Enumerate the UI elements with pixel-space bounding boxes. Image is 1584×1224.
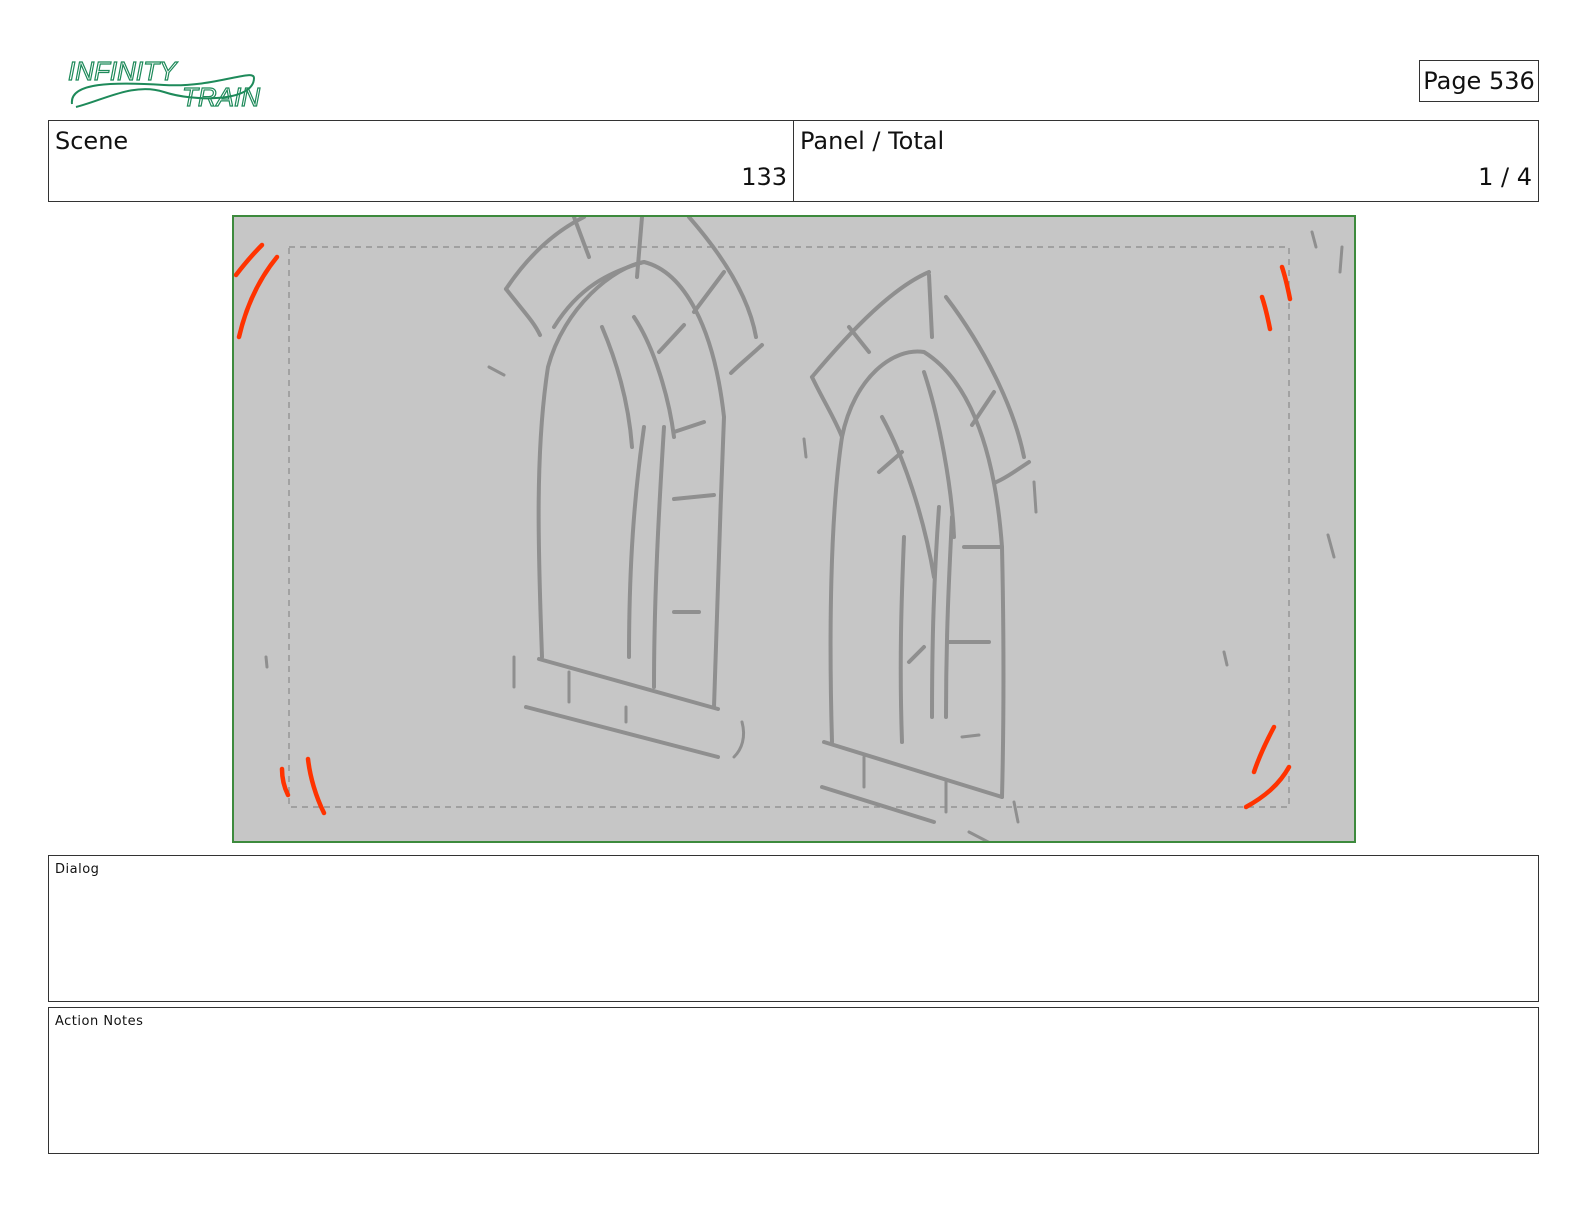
panel-total-label: Panel / Total	[800, 127, 945, 155]
safe-area-guide	[288, 246, 1290, 808]
gothic-windows-sketch	[264, 217, 1344, 841]
action-notes-box[interactable]: Action Notes	[48, 1007, 1539, 1154]
panel-total-value: 1 / 4	[1478, 163, 1532, 191]
action-notes-label: Action Notes	[55, 1014, 144, 1029]
dialog-box[interactable]: Dialog	[48, 855, 1539, 1002]
page-number: Page 536	[1419, 60, 1539, 102]
scene-panel-row: Scene 133 Panel / Total 1 / 4	[48, 120, 1539, 202]
page-number-label: Page 536	[1423, 67, 1535, 95]
corner-marks	[234, 242, 1293, 816]
logo-line1: INFINITY	[68, 56, 178, 86]
logo-line2: TRAIN	[182, 82, 260, 112]
scene-value: 133	[741, 163, 787, 191]
infinity-train-logo: INFINITY TRAIN	[67, 55, 260, 112]
panel-sketch	[234, 217, 1344, 841]
panel-total-cell: Panel / Total 1 / 4	[793, 121, 1538, 201]
scene-label: Scene	[55, 127, 129, 155]
scene-cell: Scene 133	[49, 121, 793, 201]
dialog-label: Dialog	[55, 862, 100, 877]
storyboard-panel	[232, 215, 1356, 843]
